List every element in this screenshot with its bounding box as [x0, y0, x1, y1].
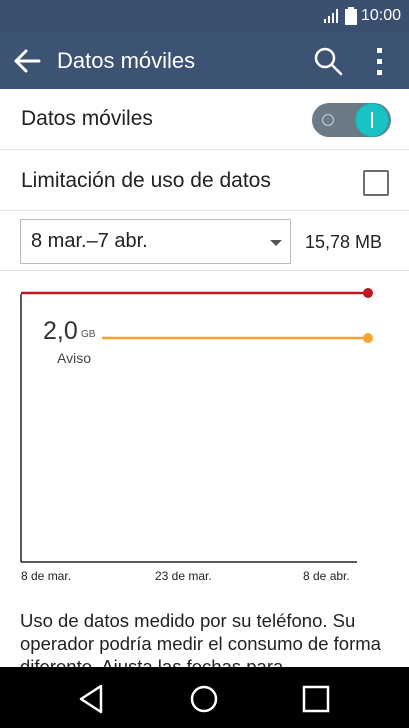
mobile-data-toggle[interactable]	[312, 103, 391, 137]
billing-cycle-dropdown[interactable]: 8 mar.–7 abr.	[20, 219, 291, 264]
limit-handle[interactable]	[363, 288, 373, 298]
navigation-bar	[0, 667, 409, 728]
data-limit-checkbox[interactable]	[363, 170, 389, 196]
warning-unit: GB	[81, 329, 96, 340]
search-icon[interactable]	[312, 45, 344, 77]
toggle-off-indicator	[322, 114, 334, 126]
billing-cycle-value: 8 mar.–7 abr.	[31, 230, 148, 252]
status-bar: 10:00	[0, 0, 409, 32]
warning-label: Aviso	[57, 350, 91, 366]
page-title: Datos móviles	[57, 48, 196, 73]
x-tick-label: 23 de mar.	[155, 569, 212, 583]
x-tick-label: 8 de abr.	[303, 569, 350, 583]
toggle-on-indicator	[371, 112, 373, 128]
status-time: 10:00	[360, 7, 401, 24]
data-limit-row[interactable]: Limitación de uso de datos	[0, 150, 409, 211]
arrow-left-icon[interactable]	[12, 47, 42, 75]
battery-icon	[344, 7, 357, 25]
mobile-data-label: Datos móviles	[21, 107, 153, 130]
total-usage: 15,78 MB	[305, 232, 383, 252]
more-vert-icon[interactable]	[368, 45, 392, 77]
circle-home-icon[interactable]	[186, 681, 222, 717]
app-bar: Datos móviles	[0, 32, 409, 89]
toggle-knob	[356, 104, 388, 136]
chevron-down-icon	[270, 240, 282, 246]
data-limit-label: Limitación de uso de datos	[21, 169, 271, 192]
signal-icon	[323, 9, 338, 23]
x-tick-label: 8 de mar.	[21, 569, 71, 583]
square-recent-icon[interactable]	[298, 681, 334, 717]
status-right: 10:00	[323, 6, 401, 26]
warning-value: 2,0	[43, 317, 78, 345]
warning-handle[interactable]	[363, 333, 373, 343]
triangle-back-icon[interactable]	[74, 681, 110, 717]
